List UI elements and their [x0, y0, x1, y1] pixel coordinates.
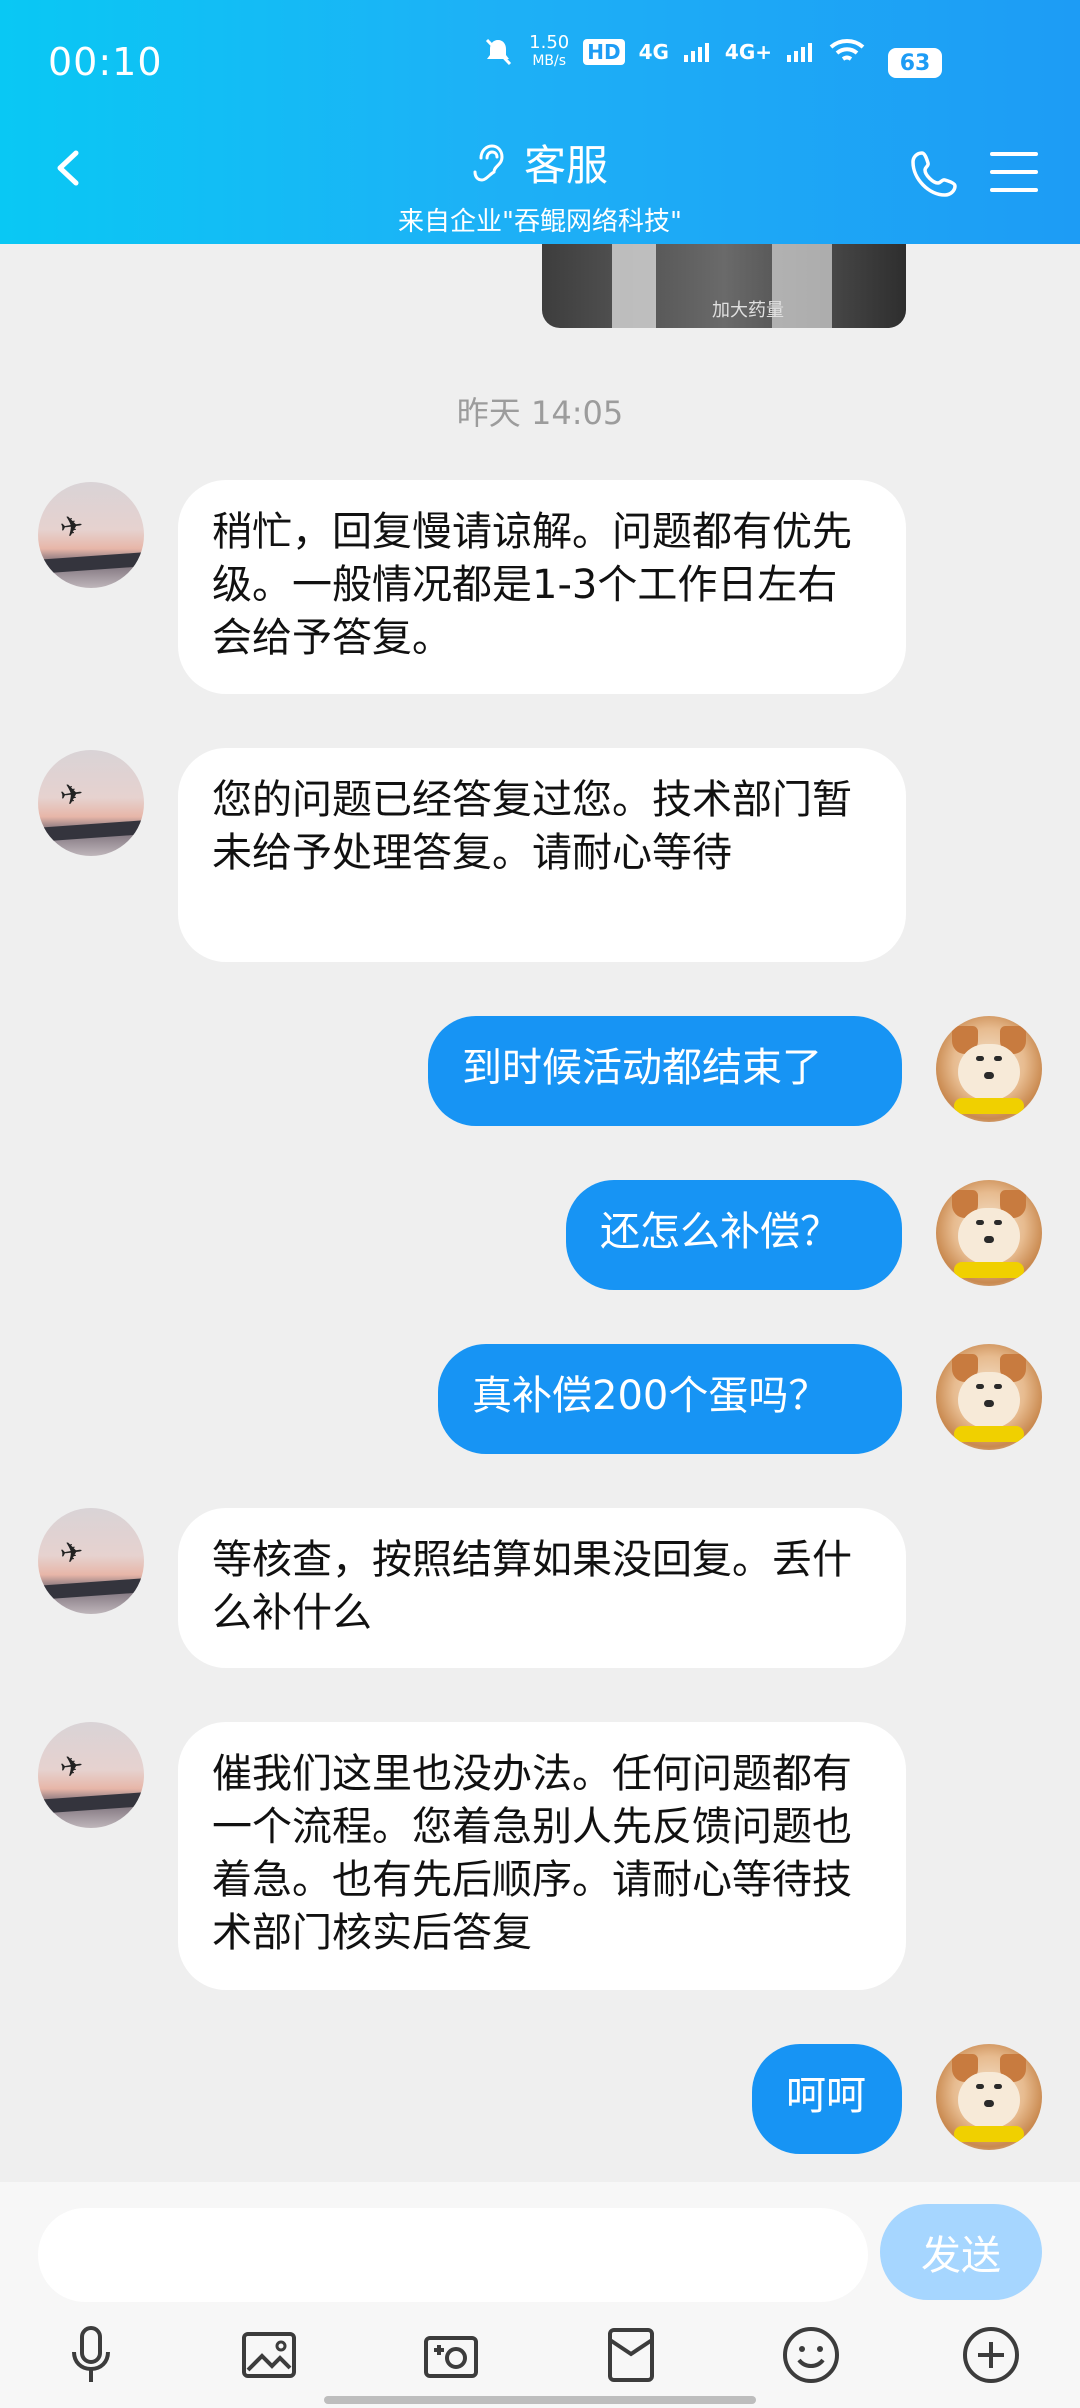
hd-icon: HD: [583, 39, 625, 65]
signal-2-label: 4G+: [724, 40, 772, 64]
outgoing-message-bubble[interactable]: 呵呵: [752, 2044, 902, 2154]
user-avatar[interactable]: [936, 1344, 1042, 1450]
agent-avatar[interactable]: ✈: [38, 1722, 144, 1828]
image-icon[interactable]: [234, 2320, 304, 2390]
outgoing-message-bubble[interactable]: 真补偿200个蛋吗？: [438, 1344, 902, 1454]
incoming-message-bubble[interactable]: 您的问题已经答复过您。技术部门暂未给予处理答复。请耐心等待: [178, 748, 906, 962]
microphone-icon[interactable]: [56, 2320, 126, 2390]
signal-icon: [787, 43, 812, 62]
network-speed: 1.50 MB/s: [529, 32, 570, 70]
agent-avatar[interactable]: ✈: [38, 750, 144, 856]
camera-icon[interactable]: [416, 2320, 486, 2390]
message-input-bar: 发送: [0, 2182, 1080, 2302]
red-packet-icon[interactable]: [596, 2320, 666, 2390]
chat-toolbar: [0, 2302, 1080, 2408]
image-caption: 加大药量: [712, 300, 784, 321]
chat-header: 00:10 1.50 MB/s HD 4G 4G+ 63 客服 来自企业"吞鲲网…: [0, 0, 1080, 244]
message-timestamp: 昨天 14:05: [456, 394, 624, 432]
chat-subtitle: 来自企业"吞鲲网络科技": [398, 207, 682, 237]
signal-icon: [683, 43, 709, 62]
ear-icon: [473, 143, 504, 182]
plus-icon[interactable]: [956, 2320, 1026, 2390]
emoji-icon[interactable]: [776, 2320, 846, 2390]
outgoing-message-bubble[interactable]: 到时候活动都结束了: [428, 1016, 902, 1126]
status-icons: 1.50 MB/s HD 4G 4G+: [481, 34, 866, 70]
shared-image-message[interactable]: 加大药量: [542, 244, 906, 328]
phone-icon[interactable]: [908, 148, 960, 200]
home-indicator[interactable]: [324, 2396, 756, 2404]
hamburger-menu-icon[interactable]: [990, 152, 1038, 196]
incoming-message-bubble[interactable]: 稍忙，回复慢请谅解。问题都有优先级。一般情况都是1-3个工作日左右会给予答复。: [178, 480, 906, 694]
outgoing-message-bubble[interactable]: 还怎么补偿？: [566, 1180, 902, 1290]
mute-bell-icon: [486, 38, 512, 66]
incoming-message-bubble[interactable]: 等核查，按照结算如果没回复。丢什么补什么: [178, 1508, 906, 1668]
user-avatar[interactable]: [936, 1180, 1042, 1286]
chat-title: 客服: [523, 141, 608, 190]
incoming-message-bubble[interactable]: 催我们这里也没办法。任何问题都有一个流程。您着急别人先反馈问题也着急。也有先后顺…: [178, 1722, 906, 1990]
battery-indicator: 63: [888, 48, 942, 78]
agent-avatar[interactable]: ✈: [38, 1508, 144, 1614]
user-avatar[interactable]: [936, 2044, 1042, 2150]
agent-avatar[interactable]: ✈: [38, 482, 144, 588]
status-time: 00:10: [48, 40, 163, 84]
message-input[interactable]: [38, 2208, 868, 2302]
wifi-icon: [829, 39, 865, 61]
send-button[interactable]: 发送: [880, 2204, 1042, 2300]
signal-1-label: 4G: [638, 40, 669, 64]
user-avatar[interactable]: [936, 1016, 1042, 1122]
